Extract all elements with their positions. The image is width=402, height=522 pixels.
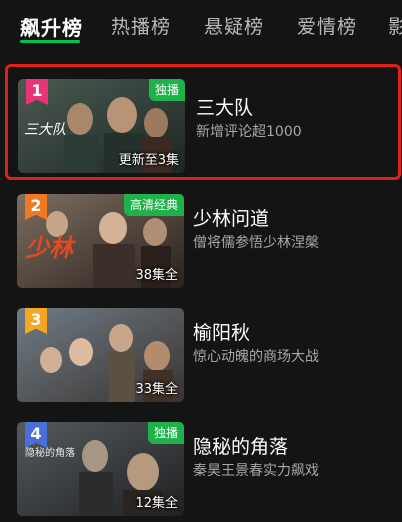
poster-caption: 少林 (25, 234, 73, 262)
poster-caption: 隐秘的角落 (25, 448, 75, 459)
tab-hot[interactable]: 热播榜 (111, 12, 171, 39)
item-description: 秦昊王景春实力飙戏 (193, 463, 319, 479)
episode-status: 33集全 (135, 382, 178, 397)
tab-film[interactable]: 影 (388, 12, 402, 39)
item-title: 榆阳秋 (193, 322, 251, 344)
tab-suspense[interactable]: 悬疑榜 (204, 12, 264, 39)
episode-status: 38集全 (135, 268, 178, 283)
poster-image: 三大队 1 独播 更新至3集 (18, 79, 185, 173)
active-tab-indicator (20, 40, 80, 43)
item-title: 隐秘的角落 (193, 436, 289, 458)
episode-status: 更新至3集 (118, 153, 179, 168)
tab-romance[interactable]: 爱情榜 (297, 12, 357, 39)
tab-rising[interactable]: 飙升榜 (20, 12, 83, 41)
hd-classic-badge: 高清经典 (123, 194, 184, 216)
item-description: 新增评论超1000 (196, 124, 302, 140)
poster-image: 3 33集全 (17, 308, 184, 402)
item-description: 惊心动魄的商场大战 (193, 349, 319, 365)
list-item[interactable]: 三大队 1 独播 更新至3集 三大队 新增评论超1000 (5, 64, 401, 180)
list-item[interactable]: 3 33集全 榆阳秋 惊心动魄的商场大战 (0, 308, 402, 408)
exclusive-badge: 独播 (148, 79, 185, 101)
item-title: 三大队 (196, 97, 254, 119)
exclusive-badge: 独播 (147, 422, 184, 444)
poster-caption: 三大队 (24, 122, 66, 138)
list-item[interactable]: 隐秘的角落 4 独播 12集全 隐秘的角落 秦昊王景春实力飙戏 (0, 422, 402, 522)
ranking-tabs: 飙升榜 热播榜 悬疑榜 爱情榜 影 (0, 0, 402, 56)
episode-status: 12集全 (135, 496, 178, 511)
item-description: 僧将儒参悟少林涅槃 (193, 235, 319, 251)
item-title: 少林问道 (193, 208, 270, 230)
poster-image: 隐秘的角落 4 独播 12集全 (17, 422, 184, 516)
list-item[interactable]: 少林 2 高清经典 38集全 少林问道 僧将儒参悟少林涅槃 (0, 194, 402, 294)
poster-image: 少林 2 高清经典 38集全 (17, 194, 184, 288)
